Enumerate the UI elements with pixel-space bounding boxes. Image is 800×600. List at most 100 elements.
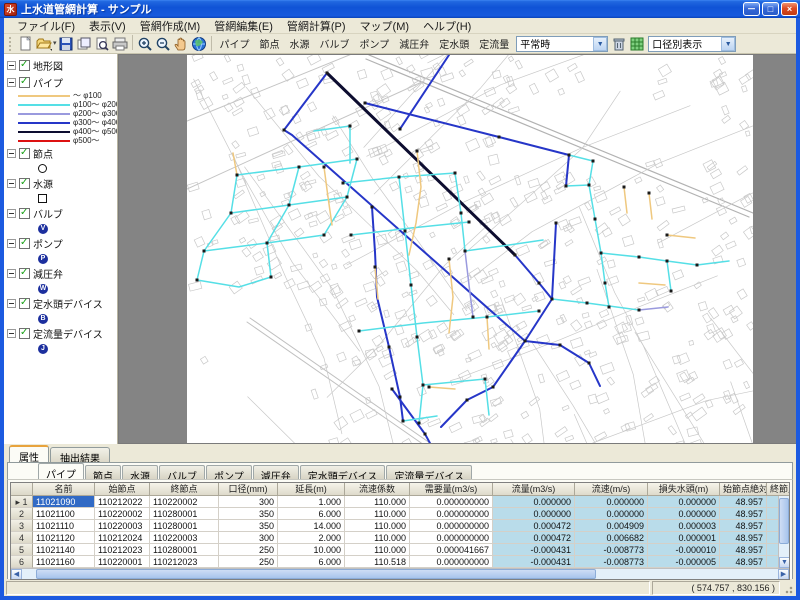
mode-button-1[interactable]: 節点 <box>255 34 285 53</box>
subtab-6[interactable]: 定水頭デバイス <box>300 465 386 479</box>
maximize-button[interactable]: □ <box>762 2 779 16</box>
grid-cell[interactable]: -0.000431 <box>493 544 575 556</box>
table-row[interactable]: 4110211201102120241102200033002.000110.0… <box>11 532 789 544</box>
tree-item-8[interactable]: 定流量デバイス <box>4 325 117 342</box>
grid-cell[interactable]: 10.000 <box>278 544 345 556</box>
grid-cell[interactable]: 0.000001 <box>648 532 720 544</box>
scroll-down-icon[interactable]: ▼ <box>779 557 790 568</box>
column-header-8[interactable]: 流速(m/s) <box>575 483 648 496</box>
scroll-right-icon[interactable]: ▶ <box>778 569 789 580</box>
grid-cell[interactable]: 110212023 <box>150 556 219 568</box>
column-header-9[interactable]: 損失水頭(m) <box>648 483 720 496</box>
grid-cell[interactable]: -0.000005 <box>648 556 720 568</box>
grid-cell[interactable]: 0.000000 <box>575 508 648 520</box>
layer-checkbox[interactable] <box>19 328 30 339</box>
grid-cell[interactable]: 2.000 <box>278 532 345 544</box>
menu-item-3[interactable]: 管網編集(E) <box>207 17 280 35</box>
grid-cell[interactable]: 48.957 <box>720 532 767 544</box>
grid-cell[interactable]: 300 <box>219 496 278 508</box>
layer-checkbox[interactable] <box>19 148 30 159</box>
subtab-3[interactable]: バルブ <box>159 465 205 479</box>
grid-cell[interactable]: 0.000000000 <box>410 520 493 532</box>
grid-cell[interactable]: 48.957 <box>720 544 767 556</box>
grid-cell[interactable]: 110220001 <box>95 556 150 568</box>
subtab-7[interactable]: 定流量デバイス <box>386 465 472 479</box>
grid-cell[interactable]: 11021110 <box>33 520 95 532</box>
grid-cell[interactable]: 0.000003 <box>648 520 720 532</box>
grid-cell[interactable]: 110.000 <box>345 496 410 508</box>
map-canvas[interactable] <box>119 55 796 444</box>
tree-item-1[interactable]: パイプ <box>4 74 117 91</box>
vertical-scrollbar[interactable]: ▼ <box>778 496 789 568</box>
table-row[interactable]: 6110211601102200011102120232506.000110.5… <box>11 556 789 568</box>
grid-cell[interactable]: -0.000010 <box>648 544 720 556</box>
grid-cell[interactable]: 0.000000000 <box>410 496 493 508</box>
new-document-button[interactable] <box>17 35 35 52</box>
menu-item-1[interactable]: 表示(V) <box>82 17 133 35</box>
grid-cell[interactable]: 11021100 <box>33 508 95 520</box>
grid-cell[interactable]: 110212023 <box>95 544 150 556</box>
grid-cell[interactable]: 0.000000 <box>575 496 648 508</box>
save-button[interactable] <box>57 35 75 52</box>
subtab-5[interactable]: 減圧弁 <box>253 465 299 479</box>
grid-cell[interactable]: 110.000 <box>345 508 410 520</box>
delete-trash-button[interactable] <box>610 35 628 52</box>
scroll-left-icon[interactable]: ◀ <box>11 569 22 580</box>
column-header-4[interactable]: 延長(m) <box>278 483 345 496</box>
grid-cell[interactable]: 0.000000000 <box>410 556 493 568</box>
grid-cell[interactable]: 110220003 <box>95 520 150 532</box>
print-preview-button[interactable] <box>93 35 111 52</box>
expander-icon[interactable] <box>7 269 16 278</box>
grid-cell[interactable]: 0.000000 <box>648 496 720 508</box>
grid-cell[interactable]: 110280001 <box>150 520 219 532</box>
table-row[interactable]: 2110211001102200021102800013506.000110.0… <box>11 508 789 520</box>
grid-cell[interactable]: 110220002 <box>95 508 150 520</box>
grid-cell[interactable]: 48.957 <box>720 508 767 520</box>
scenario-combobox[interactable]: 平常時 ▼ <box>516 36 608 52</box>
column-header-0[interactable]: 名前 <box>33 483 95 496</box>
layer-checkbox[interactable] <box>19 208 30 219</box>
grid-cell[interactable]: 0.006682 <box>575 532 648 544</box>
layer-checkbox[interactable] <box>19 238 30 249</box>
grid-cell[interactable]: 0.000000 <box>493 496 575 508</box>
grid-cell[interactable]: -0.008773 <box>575 544 648 556</box>
grid-cell[interactable]: 48.957 <box>720 556 767 568</box>
tree-item-3[interactable]: 水源 <box>4 175 117 192</box>
grid-cell[interactable]: 250 <box>219 556 278 568</box>
resize-grip[interactable] <box>782 581 794 595</box>
display-mode-combobox[interactable]: 口径別表示 ▼ <box>648 36 736 52</box>
map-viewer[interactable] <box>118 54 796 444</box>
layer-checkbox[interactable] <box>19 178 30 189</box>
open-folder-button[interactable] <box>35 35 53 52</box>
mode-button-2[interactable]: 水源 <box>285 34 315 53</box>
pan-hand-button[interactable] <box>172 35 190 52</box>
grid-cell[interactable]: 1.000 <box>278 496 345 508</box>
grid-cell[interactable]: 300 <box>219 532 278 544</box>
expander-icon[interactable] <box>7 149 16 158</box>
mode-button-0[interactable]: パイプ <box>215 34 255 53</box>
grid-cell[interactable]: 110212024 <box>95 532 150 544</box>
grid-cell[interactable]: 110.000 <box>345 520 410 532</box>
zoom-in-button[interactable] <box>136 35 154 52</box>
grid-cell[interactable]: 11021140 <box>33 544 95 556</box>
tab-1[interactable]: 抽出結果 <box>50 447 110 462</box>
grid-cell[interactable]: 250 <box>219 544 278 556</box>
mode-button-6[interactable]: 定水頭 <box>434 34 474 53</box>
column-header-6[interactable]: 需要量(m3/s) <box>410 483 493 496</box>
column-header-2[interactable]: 終節点 <box>150 483 219 496</box>
grid-cell[interactable]: 0.000000000 <box>410 532 493 544</box>
table-row[interactable]: ▸ 1110210901102120221102200023001.000110… <box>11 496 789 508</box>
grid-cell[interactable]: 0.000000000 <box>410 508 493 520</box>
menu-item-4[interactable]: 管網計算(P) <box>280 17 353 35</box>
tree-item-4[interactable]: バルブ <box>4 205 117 222</box>
column-header-3[interactable]: 口径(mm) <box>219 483 278 496</box>
grid-cell[interactable]: 48.957 <box>720 520 767 532</box>
grid-cell[interactable]: 11021120 <box>33 532 95 544</box>
expander-icon[interactable] <box>7 209 16 218</box>
table-row[interactable]: 51102114011021202311028000125010.000110.… <box>11 544 789 556</box>
copy-window-button[interactable] <box>75 35 93 52</box>
tree-item-7[interactable]: 定水頭デバイス <box>4 295 117 312</box>
grid-cell[interactable]: -0.008773 <box>575 556 648 568</box>
title-bar[interactable]: 水 上水道管網計算 - サンプル － □ × <box>0 0 800 18</box>
grid-cell[interactable]: 350 <box>219 520 278 532</box>
